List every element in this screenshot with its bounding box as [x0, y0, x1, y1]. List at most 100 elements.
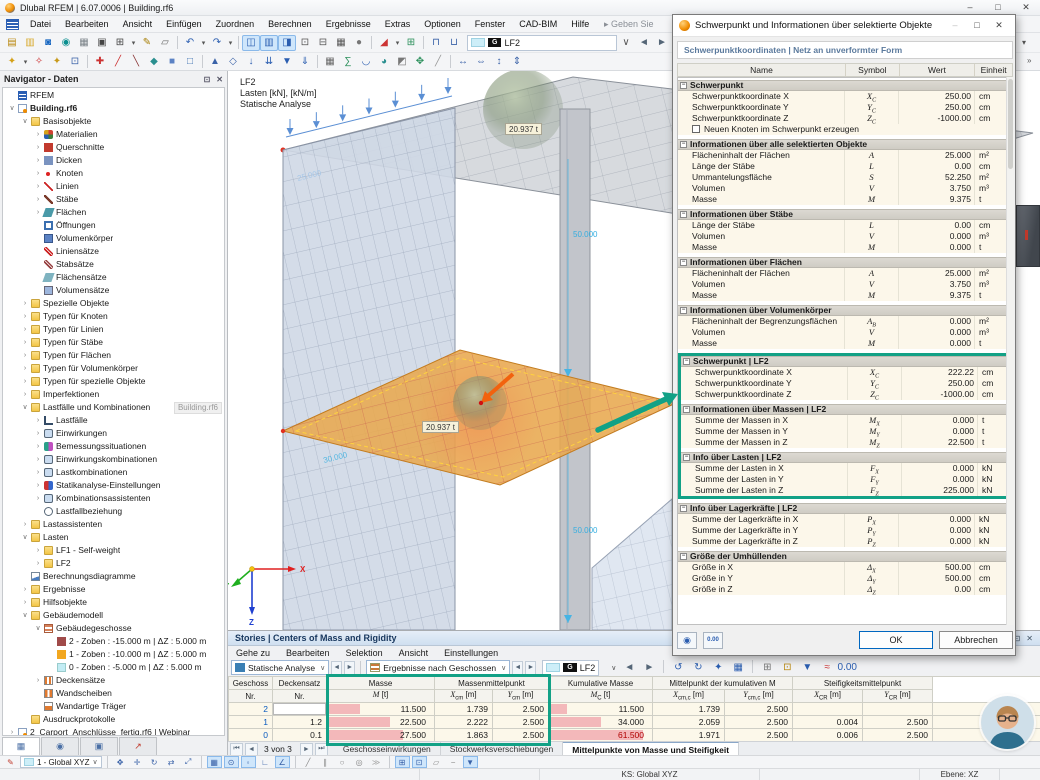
navigator-dock-icon[interactable]: ⊡ — [204, 75, 211, 84]
navigator-close-icon[interactable]: ✕ — [216, 75, 223, 84]
section-header[interactable]: − Informationen über Volumenkörper — [678, 305, 1012, 316]
member-new-icon[interactable]: ╲ — [127, 54, 145, 70]
tree-item-1-zoben-10-000-m-z-5-000-m[interactable]: 1 - Zoben : -10.000 m | ΔZ : 5.000 m — [3, 648, 224, 661]
navigator-tab-views[interactable]: ▣ — [80, 737, 118, 755]
tree-expander-icon[interactable]: › — [33, 453, 43, 466]
story-down-icon[interactable]: ⊔ — [445, 35, 463, 51]
print-caret-icon[interactable]: ▾ — [129, 35, 138, 51]
calc-icon[interactable]: ∑ — [339, 54, 357, 70]
cell-value[interactable]: 1.739 — [434, 702, 493, 716]
story-up-icon[interactable]: ⊓ — [427, 35, 445, 51]
tree-item-querschnitte[interactable]: › Querschnitte — [3, 141, 224, 154]
combo2-next-icon[interactable]: ► — [525, 660, 537, 675]
stories-menu-gehezu[interactable]: Gehe zu — [228, 648, 278, 658]
rotate-right-icon[interactable]: ↻ — [689, 660, 707, 676]
raster-icon[interactable]: ⊞ — [394, 756, 410, 768]
tree-expander-icon[interactable]: ∨ — [20, 401, 30, 414]
select-star-icon[interactable]: ✦ — [3, 54, 21, 70]
stories-menu-bearbeiten[interactable]: Bearbeiten — [278, 648, 338, 658]
minus-icon[interactable]: − — [446, 756, 461, 768]
stories-load-case-combo[interactable]: G LF2 — [542, 659, 600, 676]
cell-deck-nr[interactable]: 0.1 — [272, 728, 327, 742]
menu-item-einfgen[interactable]: Einfügen — [159, 16, 209, 33]
tree-item-hilfsobjekte[interactable]: › Hilfsobjekte — [3, 596, 224, 609]
tree-item-ausdruckprotokolle[interactable]: Ausdruckprotokolle — [3, 713, 224, 726]
mirror-icon[interactable]: ⇄ — [164, 756, 179, 768]
cell-value[interactable]: 2.500 — [862, 728, 934, 742]
grid-view-icon[interactable]: ⊞ — [758, 660, 776, 676]
section-header[interactable]: − Informationen über Stäbe — [678, 209, 1012, 220]
tree-expander-icon[interactable]: › — [33, 206, 43, 219]
panel-icon[interactable]: ⊞ — [402, 35, 420, 51]
cell-value[interactable]: 1.863 — [434, 728, 493, 742]
rotate-left-icon[interactable]: ↺ — [669, 660, 687, 676]
undo-icon[interactable]: ↶ — [181, 35, 199, 51]
tree-item-lastfallbeziehung[interactable]: Lastfallbeziehung — [3, 505, 224, 518]
tree-item-lastassistenten[interactable]: › Lastassistenten — [3, 518, 224, 531]
tree-expander-icon[interactable]: ∨ — [7, 102, 17, 115]
cell-mass[interactable]: 22.500 — [326, 715, 435, 729]
table-row[interactable]: 1 1.2 22.500 2.222 2.500 34.000 2.059 2.500 0.00… — [228, 715, 1040, 729]
dialog-tab[interactable]: Schwerpunktkoordinaten | Netz an unverfo… — [677, 41, 1013, 59]
last-record-icon[interactable]: ⏭ — [314, 742, 328, 756]
lc-prev-icon[interactable]: ◄ — [635, 35, 653, 51]
cell-story-nr[interactable]: 0 — [228, 728, 273, 742]
section-header[interactable]: − Informationen über alle selektierten Ob… — [678, 139, 1012, 150]
cell-value[interactable]: 1.739 — [652, 702, 726, 716]
tree-item-lf1-self-weight[interactable]: › LF1 - Self-weight — [3, 544, 224, 557]
menu-item-datei[interactable]: Datei — [23, 16, 58, 33]
cell-deck-nr[interactable] — [272, 702, 327, 716]
collapse-icon[interactable]: − — [680, 211, 687, 218]
support-icon[interactable]: ▲ — [206, 54, 224, 70]
capture-icon[interactable]: ⊡ — [296, 35, 314, 51]
bim-icon[interactable]: ◙ — [39, 35, 57, 51]
cell-value[interactable]: 2.500 — [491, 728, 550, 742]
tree-expander-icon[interactable]: › — [20, 583, 30, 596]
collapse-icon[interactable]: − — [680, 307, 687, 314]
frame-icon[interactable]: ⊡ — [411, 756, 427, 768]
section-header[interactable]: − Info über Lasten | LF2 — [681, 452, 1008, 463]
cell-deck-nr[interactable]: 1.2 — [272, 715, 327, 729]
tree-item-lastkombinationen[interactable]: › Lastkombinationen — [3, 466, 224, 479]
cell-cumulative-mass[interactable]: 11.500 — [548, 702, 654, 716]
menu-item-optionen[interactable]: Optionen — [417, 16, 468, 33]
prev-record-icon[interactable]: ◄ — [245, 742, 258, 756]
tree-item-fl-chen[interactable]: › Flächen — [3, 206, 224, 219]
tree-expander-icon[interactable]: › — [20, 362, 30, 375]
lc-next-icon[interactable]: ► — [653, 35, 671, 51]
menu-item-cadbim[interactable]: CAD-BIM — [512, 16, 564, 33]
tree-item-building-rf6[interactable]: ∨ Building.rf6 — [3, 102, 224, 115]
tree-item-spezielle-objekte[interactable]: › Spezielle Objekte — [3, 297, 224, 310]
collapse-icon[interactable]: − — [683, 454, 690, 461]
tree-item-kombinationsassistenten[interactable]: › Kombinationsassistenten — [3, 492, 224, 505]
menu-item-fenster[interactable]: Fenster — [468, 16, 513, 33]
tree-expander-icon[interactable]: › — [33, 466, 43, 479]
tree-item-lasten[interactable]: ∨ Lasten — [3, 531, 224, 544]
rainbow-icon[interactable]: ◕ — [375, 54, 393, 70]
tree-expander-icon[interactable]: › — [20, 323, 30, 336]
dialog-maximize-icon[interactable]: □ — [967, 18, 987, 33]
mesh-icon[interactable]: ▦ — [321, 54, 339, 70]
tree-item-imperfektionen[interactable]: › Imperfektionen — [3, 388, 224, 401]
tree-expander-icon[interactable]: › — [33, 492, 43, 505]
tree-expander-icon[interactable]: › — [20, 336, 30, 349]
z-caret-icon[interactable]: ▾ — [393, 35, 402, 51]
tree-item-ergebnisse[interactable]: › Ergebnisse — [3, 583, 224, 596]
tree-item-volumenk-rper[interactable]: Volumenkörper — [3, 232, 224, 245]
tree-item-fl-chens-tze[interactable]: Flächensätze — [3, 271, 224, 284]
gallery-icon[interactable]: ▦ — [75, 35, 93, 51]
chart2-icon[interactable]: ▦ — [729, 660, 747, 676]
surface-new-icon[interactable]: ◆ — [145, 54, 163, 70]
tree-expander-icon[interactable]: › — [33, 180, 43, 193]
line-new-icon[interactable]: ╱ — [109, 54, 127, 70]
copy-icon[interactable]: ▱ — [156, 35, 174, 51]
tree-expander-icon[interactable]: › — [33, 544, 43, 557]
tree-item-materialien[interactable]: › Materialien — [3, 128, 224, 141]
ok-button[interactable]: OK — [859, 631, 933, 649]
tree-item-rfem[interactable]: RFEM — [3, 89, 224, 102]
section-header[interactable]: − Informationen über Massen | LF2 — [681, 404, 1008, 415]
tree-expander-icon[interactable]: › — [20, 388, 30, 401]
deselect-icon[interactable]: ✧ — [30, 54, 48, 70]
node-new-icon[interactable]: ✚ — [91, 54, 109, 70]
section-header[interactable]: − Schwerpunkt — [678, 80, 1012, 91]
